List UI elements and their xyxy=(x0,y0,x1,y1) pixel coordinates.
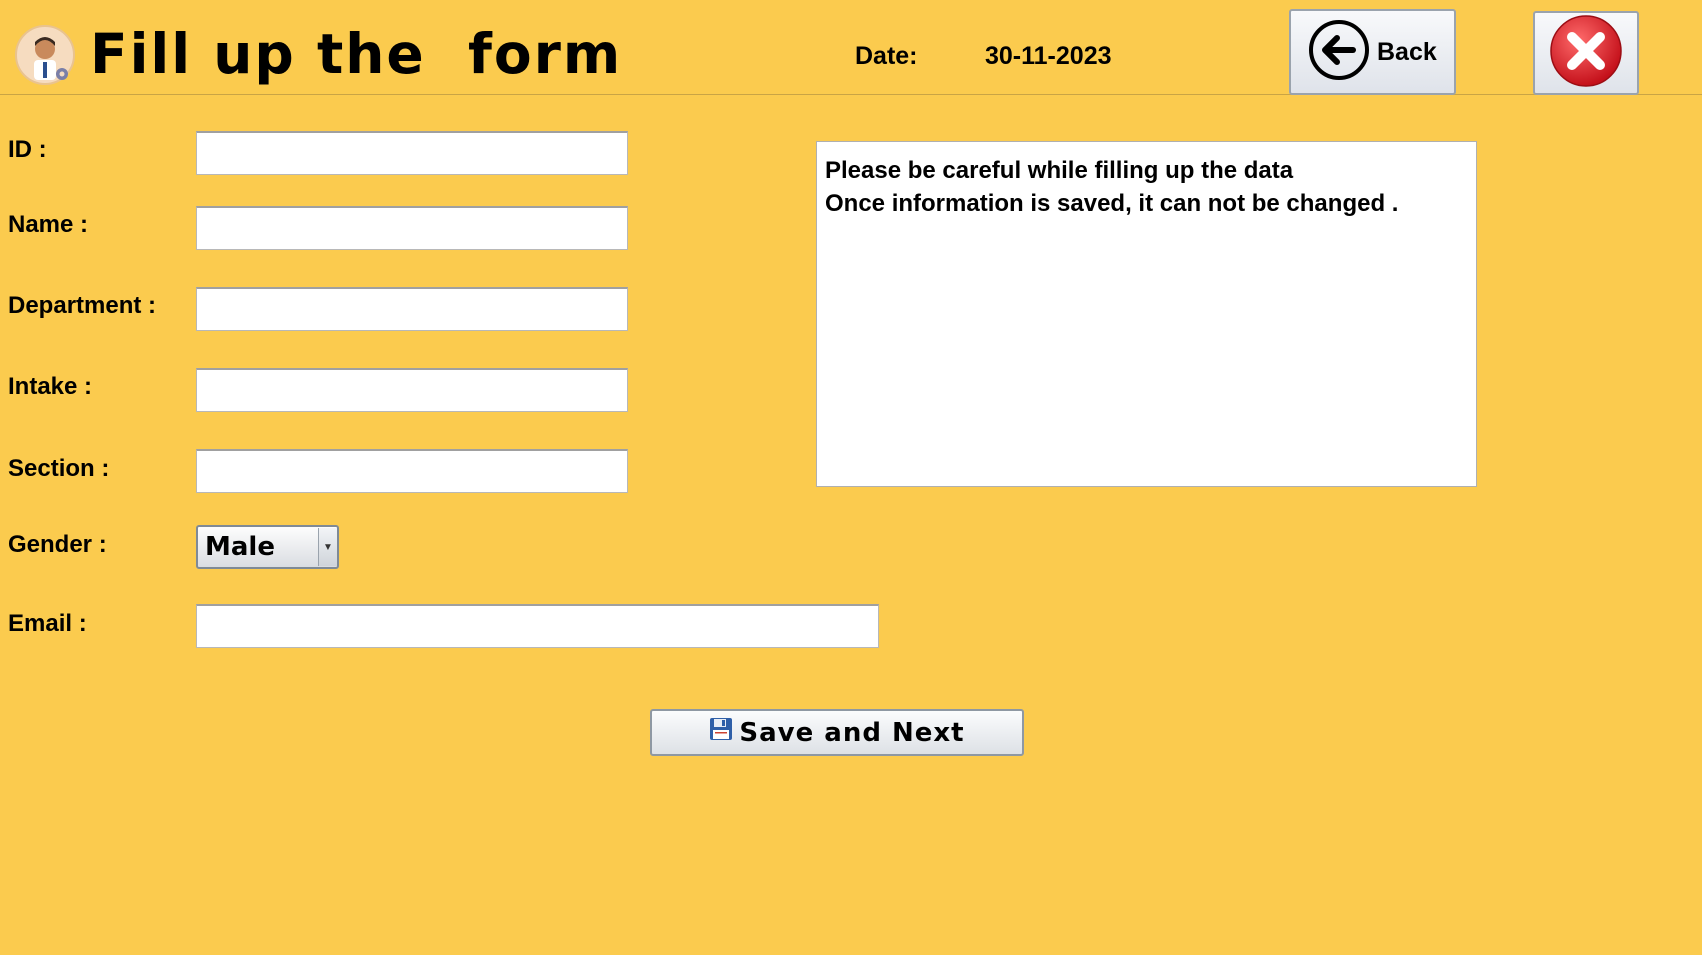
name-input[interactable] xyxy=(196,206,628,250)
user-avatar-icon xyxy=(14,24,76,86)
department-label: Department : xyxy=(8,292,157,319)
notice-line-1: Please be careful while filling up the d… xyxy=(825,157,1294,184)
gender-label: Gender : xyxy=(8,531,107,558)
date-value: 30-11-2023 xyxy=(985,42,1112,70)
page-title: Fill up the form xyxy=(90,22,623,86)
email-input[interactable] xyxy=(196,604,879,648)
intake-label: Intake : xyxy=(8,373,93,400)
close-icon xyxy=(1548,13,1624,94)
back-button[interactable]: Back xyxy=(1289,9,1456,95)
floppy-disk-icon xyxy=(709,717,733,748)
save-and-next-button[interactable]: Save and Next xyxy=(650,709,1024,756)
id-input[interactable] xyxy=(196,131,628,175)
id-label: ID : xyxy=(8,136,47,163)
gender-dropdown[interactable]: Male ▼ xyxy=(196,525,339,569)
notice-box: Please be careful while filling up the d… xyxy=(816,141,1477,487)
section-label: Section : xyxy=(8,455,110,482)
section-input[interactable] xyxy=(196,449,628,493)
back-button-label: Back xyxy=(1377,37,1437,66)
department-input[interactable] xyxy=(196,287,628,331)
notice-line-2: Once information is saved, it can not be… xyxy=(825,190,1399,217)
back-arrow-icon xyxy=(1307,18,1371,87)
intake-input[interactable] xyxy=(196,368,628,412)
chevron-down-icon: ▼ xyxy=(318,528,337,566)
date-label: Date: xyxy=(855,42,918,70)
email-label: Email : xyxy=(8,610,87,637)
save-and-next-label: Save and Next xyxy=(739,717,965,748)
close-button[interactable] xyxy=(1533,11,1639,95)
name-label: Name : xyxy=(8,211,89,238)
gender-selected-value: Male xyxy=(205,532,275,562)
